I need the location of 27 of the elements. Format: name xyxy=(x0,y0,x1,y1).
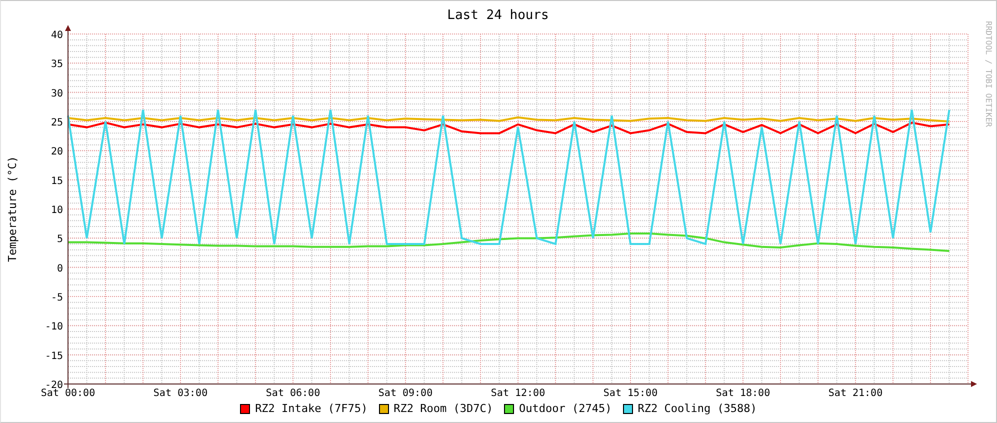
legend-label: Outdoor (2745) xyxy=(519,402,612,415)
tick-label: 40 xyxy=(50,30,63,41)
tick-label: Sat 00:00 xyxy=(40,388,96,399)
legend-label: RZ2 Intake (7F75) xyxy=(255,402,368,415)
tick-label: -15 xyxy=(44,350,63,362)
tick-label: 15 xyxy=(50,176,63,187)
tick-label: 0 xyxy=(56,263,63,274)
tick-label: 5 xyxy=(56,234,63,246)
tick-label: 35 xyxy=(50,59,63,70)
tick-label: Sat 06:00 xyxy=(266,388,320,399)
legend-label: RZ2 Room (3D7C) xyxy=(394,402,493,415)
tick-label: 30 xyxy=(50,88,63,100)
credit-text: RRDTOOL / TOBI OETIKER xyxy=(984,21,993,127)
tick-label: Sat 09:00 xyxy=(378,388,433,399)
legend-label: RZ2 Cooling (3588) xyxy=(638,402,757,415)
chart-title: Last 24 hours xyxy=(447,8,549,23)
tick-label: 10 xyxy=(50,205,63,216)
tick-label: -10 xyxy=(44,322,63,333)
tick-label: -5 xyxy=(50,292,63,304)
axis-title: Temperature (°C) xyxy=(6,156,19,262)
tick-label: 25 xyxy=(50,118,63,128)
tick-label: Sat 12:00 xyxy=(490,388,546,399)
tick-label: Sat 15:00 xyxy=(603,388,658,399)
tick-label: 20 xyxy=(50,146,63,158)
tick-label: Sat 18:00 xyxy=(716,388,770,399)
tick-label: Sat 03:00 xyxy=(153,388,208,399)
tick-label: Sat 21:00 xyxy=(828,388,883,399)
